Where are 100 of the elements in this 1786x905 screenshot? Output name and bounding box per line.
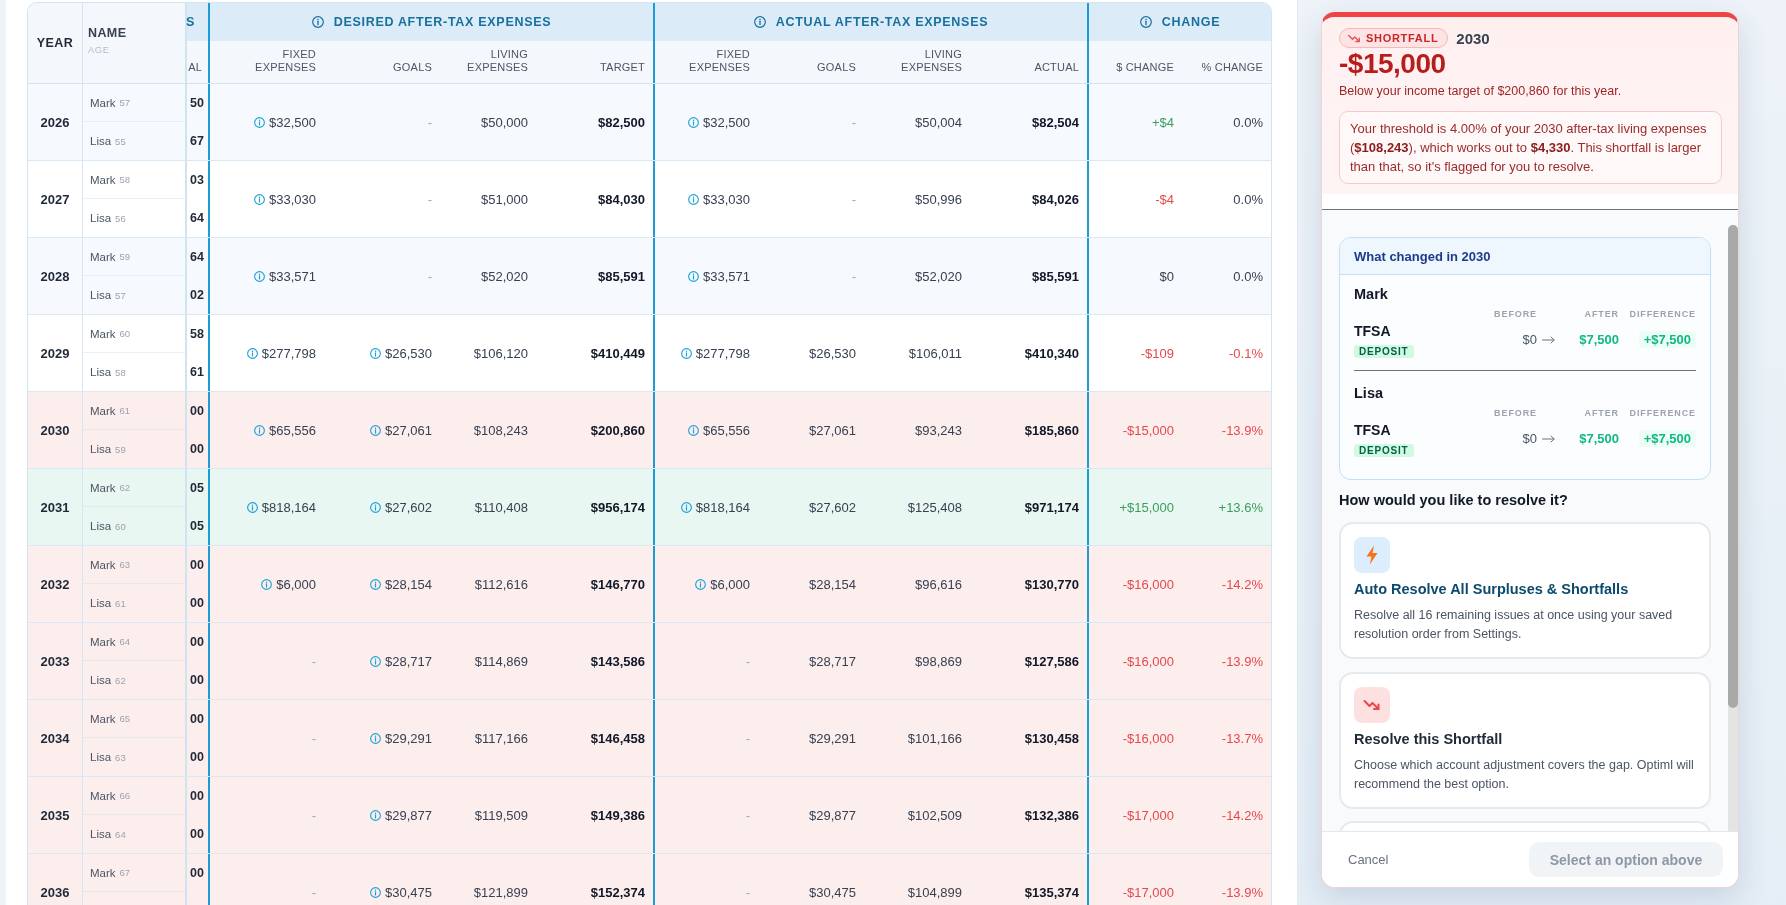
table-cell: $51,000 bbox=[481, 191, 528, 207]
person-age: 57 bbox=[119, 97, 131, 108]
person-age: 65 bbox=[119, 713, 131, 724]
table-cell: -$16,000 bbox=[1122, 576, 1174, 592]
table-cell: $29,877 bbox=[385, 807, 432, 823]
table-cell: 0.0% bbox=[1233, 268, 1263, 284]
table-cell: $101,166 bbox=[907, 730, 962, 746]
info-icon[interactable] bbox=[370, 501, 381, 513]
table-cell: 64 bbox=[190, 211, 204, 225]
table-cell: - bbox=[427, 114, 432, 130]
status-label: SHORTFALL bbox=[1366, 32, 1439, 44]
person-name: Mark bbox=[1354, 285, 1389, 304]
lightning-bolt-icon bbox=[1354, 537, 1390, 573]
info-icon[interactable] bbox=[370, 347, 381, 359]
scrollbar-thumb[interactable] bbox=[1728, 225, 1738, 708]
table-cell: - bbox=[311, 653, 316, 669]
info-icon[interactable] bbox=[261, 578, 273, 590]
deposit-tag: DEPOSIT bbox=[1354, 444, 1414, 457]
column-header: GOALS bbox=[817, 61, 856, 74]
person-age: 58 bbox=[119, 174, 131, 185]
info-icon[interactable] bbox=[254, 193, 265, 205]
info-icon[interactable] bbox=[311, 16, 324, 28]
info-icon[interactable] bbox=[370, 809, 381, 821]
table-cell: 00 bbox=[190, 596, 204, 610]
info-icon[interactable] bbox=[370, 886, 381, 898]
table-cell: - bbox=[427, 191, 432, 207]
option-description: Choose which account adjustment covers the gap. Optiml will recommend the best option. bbox=[1354, 757, 1694, 793]
table-cell: -13.7% bbox=[1221, 730, 1263, 746]
option-description: Resolve all 16 remaining issues at once using your saved resolution order from Settings. bbox=[1354, 607, 1674, 643]
account-name: TFSA bbox=[1354, 422, 1391, 438]
table-cell: -$17,000 bbox=[1122, 807, 1174, 823]
info-icon[interactable] bbox=[254, 424, 265, 436]
info-icon[interactable] bbox=[246, 347, 258, 359]
row-year: 2036 bbox=[40, 884, 70, 900]
column-header: % CHANGE bbox=[1201, 61, 1263, 74]
option-card[interactable]: Auto Resolve All Surpluses & Shortfalls Resolve all 16 remaining issues at once using your saved resolution order from Settings. bbox=[1339, 522, 1711, 659]
option-card[interactable]: Resolve this Shortfall Choose which account adjustment covers the gap. Optiml will recommend the best option. bbox=[1339, 672, 1711, 809]
row-year: 2027 bbox=[40, 191, 70, 207]
person-age: 60 bbox=[119, 328, 131, 339]
info-icon[interactable] bbox=[753, 16, 766, 28]
table-cell: 00 bbox=[190, 750, 204, 764]
info-icon[interactable] bbox=[688, 116, 699, 128]
column-header: GOALS bbox=[393, 61, 432, 74]
info-icon[interactable] bbox=[688, 193, 699, 205]
info-icon[interactable] bbox=[370, 578, 381, 590]
table-cell: $27,602 bbox=[809, 499, 856, 515]
cancel-button[interactable]: Cancel bbox=[1348, 852, 1389, 867]
table-cell: 61 bbox=[190, 365, 204, 379]
table-cell: $277,798 bbox=[261, 345, 316, 361]
table-cell: $818,164 bbox=[695, 499, 750, 515]
table-cell: - bbox=[311, 884, 316, 900]
row-year: 2029 bbox=[40, 345, 70, 361]
info-icon[interactable] bbox=[246, 501, 258, 513]
person-age: 62 bbox=[119, 482, 131, 493]
table-cell: 05 bbox=[190, 519, 204, 533]
table-cell: $52,020 bbox=[481, 268, 528, 284]
info-icon[interactable] bbox=[680, 347, 692, 359]
table-cell: $410,340 bbox=[1024, 345, 1079, 361]
table-cell: $27,061 bbox=[809, 422, 856, 438]
person-name: Lisa bbox=[90, 212, 112, 224]
person-name: Mark bbox=[90, 250, 116, 263]
table-cell: -13.9% bbox=[1221, 884, 1263, 900]
table-cell: 0.0% bbox=[1233, 114, 1263, 130]
table-cell: $65,556 bbox=[269, 422, 316, 438]
table-cell: $30,475 bbox=[385, 884, 432, 900]
table-cell: $52,020 bbox=[915, 268, 962, 284]
person-name: Mark bbox=[90, 712, 116, 725]
table-cell: $127,586 bbox=[1024, 653, 1079, 669]
info-icon[interactable] bbox=[695, 578, 707, 590]
info-icon[interactable] bbox=[254, 116, 265, 128]
table-cell: $143,586 bbox=[590, 653, 645, 669]
table-cell: -$16,000 bbox=[1122, 730, 1174, 746]
info-icon[interactable] bbox=[370, 655, 381, 667]
table-cell: $93,243 bbox=[915, 422, 962, 438]
person-age: 63 bbox=[119, 559, 131, 570]
table-cell: - bbox=[311, 730, 316, 746]
table-cell: $0 bbox=[1159, 268, 1174, 284]
table-cell: - bbox=[311, 807, 316, 823]
person-name: Lisa bbox=[90, 520, 112, 532]
info-icon[interactable] bbox=[688, 424, 699, 436]
person-age: 64 bbox=[115, 828, 126, 840]
person-name: Mark bbox=[90, 404, 116, 417]
before-value: $0 bbox=[1522, 332, 1537, 347]
person-age: 64 bbox=[119, 636, 131, 647]
alert-subtitle: Below your income target of $200,860 for this year. bbox=[1339, 83, 1623, 99]
person-age: 66 bbox=[119, 790, 131, 801]
table-cell: $6,000 bbox=[276, 576, 316, 592]
info-icon[interactable] bbox=[680, 501, 692, 513]
info-icon[interactable] bbox=[688, 270, 699, 282]
column-header: AFTER bbox=[1584, 308, 1619, 321]
table-cell: $410,449 bbox=[590, 345, 645, 361]
person-name: Mark bbox=[90, 866, 116, 879]
table-cell: $114,869 bbox=[474, 653, 528, 669]
table-cell: $971,174 bbox=[1024, 499, 1079, 515]
info-icon[interactable] bbox=[370, 732, 381, 744]
info-icon[interactable] bbox=[254, 270, 265, 282]
info-icon[interactable] bbox=[370, 424, 381, 436]
info-icon[interactable] bbox=[1139, 16, 1152, 28]
column-header: DIFFERENCE bbox=[1629, 308, 1696, 321]
table-cell: - bbox=[745, 884, 750, 900]
